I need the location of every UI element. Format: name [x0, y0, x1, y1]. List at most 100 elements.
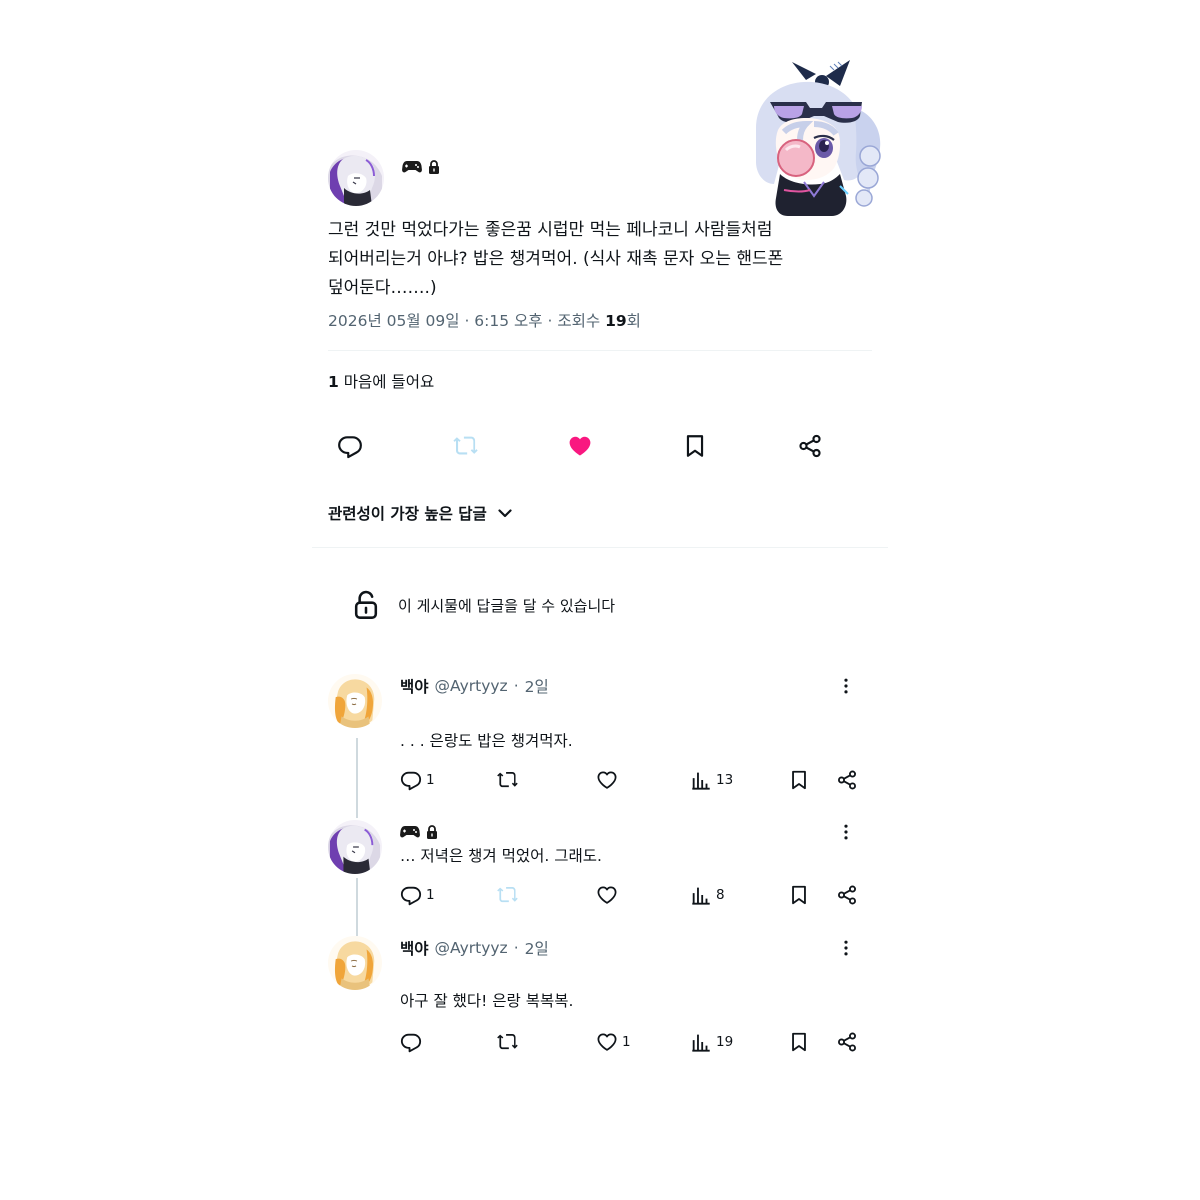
bookmark-icon: [682, 433, 708, 459]
reply-share-button[interactable]: [836, 881, 858, 909]
separator-dot: ·: [513, 939, 519, 957]
reply-count: 1: [426, 887, 435, 903]
reply-more-button[interactable]: [834, 936, 858, 960]
reply-like-button[interactable]: 1: [596, 1028, 631, 1056]
like-count: 1: [328, 373, 339, 391]
heart-icon: [596, 1031, 618, 1053]
reply-bookmark-button[interactable]: [788, 766, 810, 794]
reply-text: . . . 은랑도 밥은 챙겨먹자.: [400, 732, 573, 750]
view-count: 19: [605, 312, 627, 330]
reply-author-name[interactable]: 백야: [400, 937, 429, 959]
reply-more-button[interactable]: [834, 820, 858, 844]
reply-author-name[interactable]: 백야: [400, 675, 429, 697]
reply-views-button[interactable]: 8: [690, 881, 725, 909]
reply-icon: [400, 1031, 422, 1053]
bar-chart-icon: [690, 1031, 712, 1053]
bookmark-icon: [788, 884, 810, 906]
more-vertical-icon: [836, 938, 856, 958]
like-label: 마음에 들어요: [338, 373, 435, 391]
heart-icon: [567, 433, 593, 459]
character-sticker-image: [744, 58, 896, 218]
reply-text: … 저녁은 챙겨 먹었어. 그래도.: [400, 847, 602, 865]
heart-icon: [596, 884, 618, 906]
author-avatar[interactable]: [328, 150, 384, 206]
reply-item[interactable]: 백야 @Ayrtyyz · 2일 . . . 은랑도 밥은 챙겨먹자. 1 13: [328, 674, 872, 794]
reply-retweet-button[interactable]: [496, 1028, 522, 1056]
view-count-suffix: 회: [626, 312, 641, 330]
reply-bookmark-button[interactable]: [788, 1028, 810, 1056]
retweet-button: [443, 424, 487, 468]
share-button[interactable]: [788, 424, 832, 468]
reply-share-button[interactable]: [836, 766, 858, 794]
reply-like-button[interactable]: [596, 766, 622, 794]
reply-text: 아구 잘 했다! 은랑 복복복.: [400, 992, 574, 1010]
reply-button[interactable]: [328, 424, 372, 468]
view-count: 8: [716, 887, 725, 903]
reply-views-button[interactable]: 13: [690, 766, 733, 794]
more-vertical-icon: [836, 676, 856, 696]
share-icon: [836, 1031, 858, 1053]
reply-sort-dropdown[interactable]: 관련성이 가장 높은 답글: [328, 500, 513, 526]
divider: [328, 350, 872, 351]
unlock-icon: [352, 590, 380, 620]
post-body-line: 되어버리는거 아냐? 밥은 챙겨먹어. (식사 재촉 문자 오는 핸드폰: [328, 249, 784, 269]
divider: [312, 547, 888, 548]
reply-retweet-button[interactable]: [496, 766, 522, 794]
share-icon: [836, 884, 858, 906]
retweet-icon: [496, 769, 518, 791]
reply-reply-button[interactable]: 1: [400, 881, 435, 909]
post-body-line: 덮어둔다…….): [328, 278, 437, 298]
gamepad-icon: [402, 160, 422, 174]
author-badges: [402, 160, 440, 174]
reply-action-bar: 1 13: [400, 766, 872, 794]
post-date[interactable]: 2026년 05월 09일 · 6:15 오후 · 조회수: [328, 312, 605, 330]
reply-time[interactable]: 2일: [525, 675, 549, 697]
like-count: 1: [622, 1034, 631, 1050]
bookmark-button[interactable]: [673, 424, 717, 468]
reply-icon: [400, 884, 422, 906]
separator-dot: ·: [513, 677, 519, 695]
heart-icon: [596, 769, 618, 791]
like-summary[interactable]: 1 마음에 들어요: [328, 370, 434, 394]
more-vertical-icon: [836, 822, 856, 842]
reply-author-handle[interactable]: @Ayrtyyz: [435, 939, 508, 957]
reply-like-button[interactable]: [596, 881, 622, 909]
reply-bookmark-button[interactable]: [788, 881, 810, 909]
reply-reply-button[interactable]: 1: [400, 766, 435, 794]
view-count: 19: [716, 1034, 734, 1050]
reply-views-button[interactable]: 19: [690, 1028, 733, 1056]
like-button[interactable]: [558, 424, 602, 468]
reply-action-bar: 1 8: [400, 881, 872, 909]
reply-permission-text: 이 게시물에 답글을 달 수 있습니다: [398, 596, 616, 615]
reply-sort-label: 관련성이 가장 높은 답글: [328, 505, 487, 523]
reply-header: [400, 820, 438, 844]
reply-avatar[interactable]: [328, 674, 382, 728]
reply-reply-button[interactable]: [400, 1028, 426, 1056]
bookmark-icon: [788, 1031, 810, 1053]
retweet-icon: [452, 433, 478, 459]
reply-share-button[interactable]: [836, 1028, 858, 1056]
reply-item[interactable]: 백야 @Ayrtyyz · 2일 아구 잘 했다! 은랑 복복복. 1 19: [328, 936, 872, 1056]
lock-icon: [428, 160, 440, 174]
reply-header: 백야 @Ayrtyyz · 2일: [400, 936, 549, 960]
view-count: 13: [716, 772, 734, 788]
reply-avatar[interactable]: [328, 820, 382, 874]
reply-icon: [337, 433, 363, 459]
post-detail: 그런 것만 먹었다가는 좋은꿈 시럽만 먹는 페나코니 사람들처럼 되어버리는거…: [312, 0, 888, 1200]
reply-item[interactable]: … 저녁은 챙겨 먹었어. 그래도. 1 8: [328, 820, 872, 912]
bookmark-icon: [788, 769, 810, 791]
reply-avatar[interactable]: [328, 936, 382, 990]
reply-action-bar: 1 19: [400, 1028, 872, 1056]
reply-permission-notice: 이 게시물에 답글을 달 수 있습니다: [352, 588, 615, 622]
chevron-down-icon: [497, 505, 513, 521]
bar-chart-icon: [690, 769, 712, 791]
reply-time[interactable]: 2일: [525, 937, 549, 959]
reply-more-button[interactable]: [834, 674, 858, 698]
reply-header: 백야 @Ayrtyyz · 2일: [400, 674, 549, 698]
bar-chart-icon: [690, 884, 712, 906]
reply-count: 1: [426, 772, 435, 788]
post-timestamp-views: 2026년 05월 09일 · 6:15 오후 · 조회수 19회: [328, 309, 641, 333]
reply-icon: [400, 769, 422, 791]
post-body: 그런 것만 먹었다가는 좋은꿈 시럽만 먹는 페나코니 사람들처럼 되어버리는거…: [328, 216, 848, 303]
reply-author-handle[interactable]: @Ayrtyyz: [435, 677, 508, 695]
